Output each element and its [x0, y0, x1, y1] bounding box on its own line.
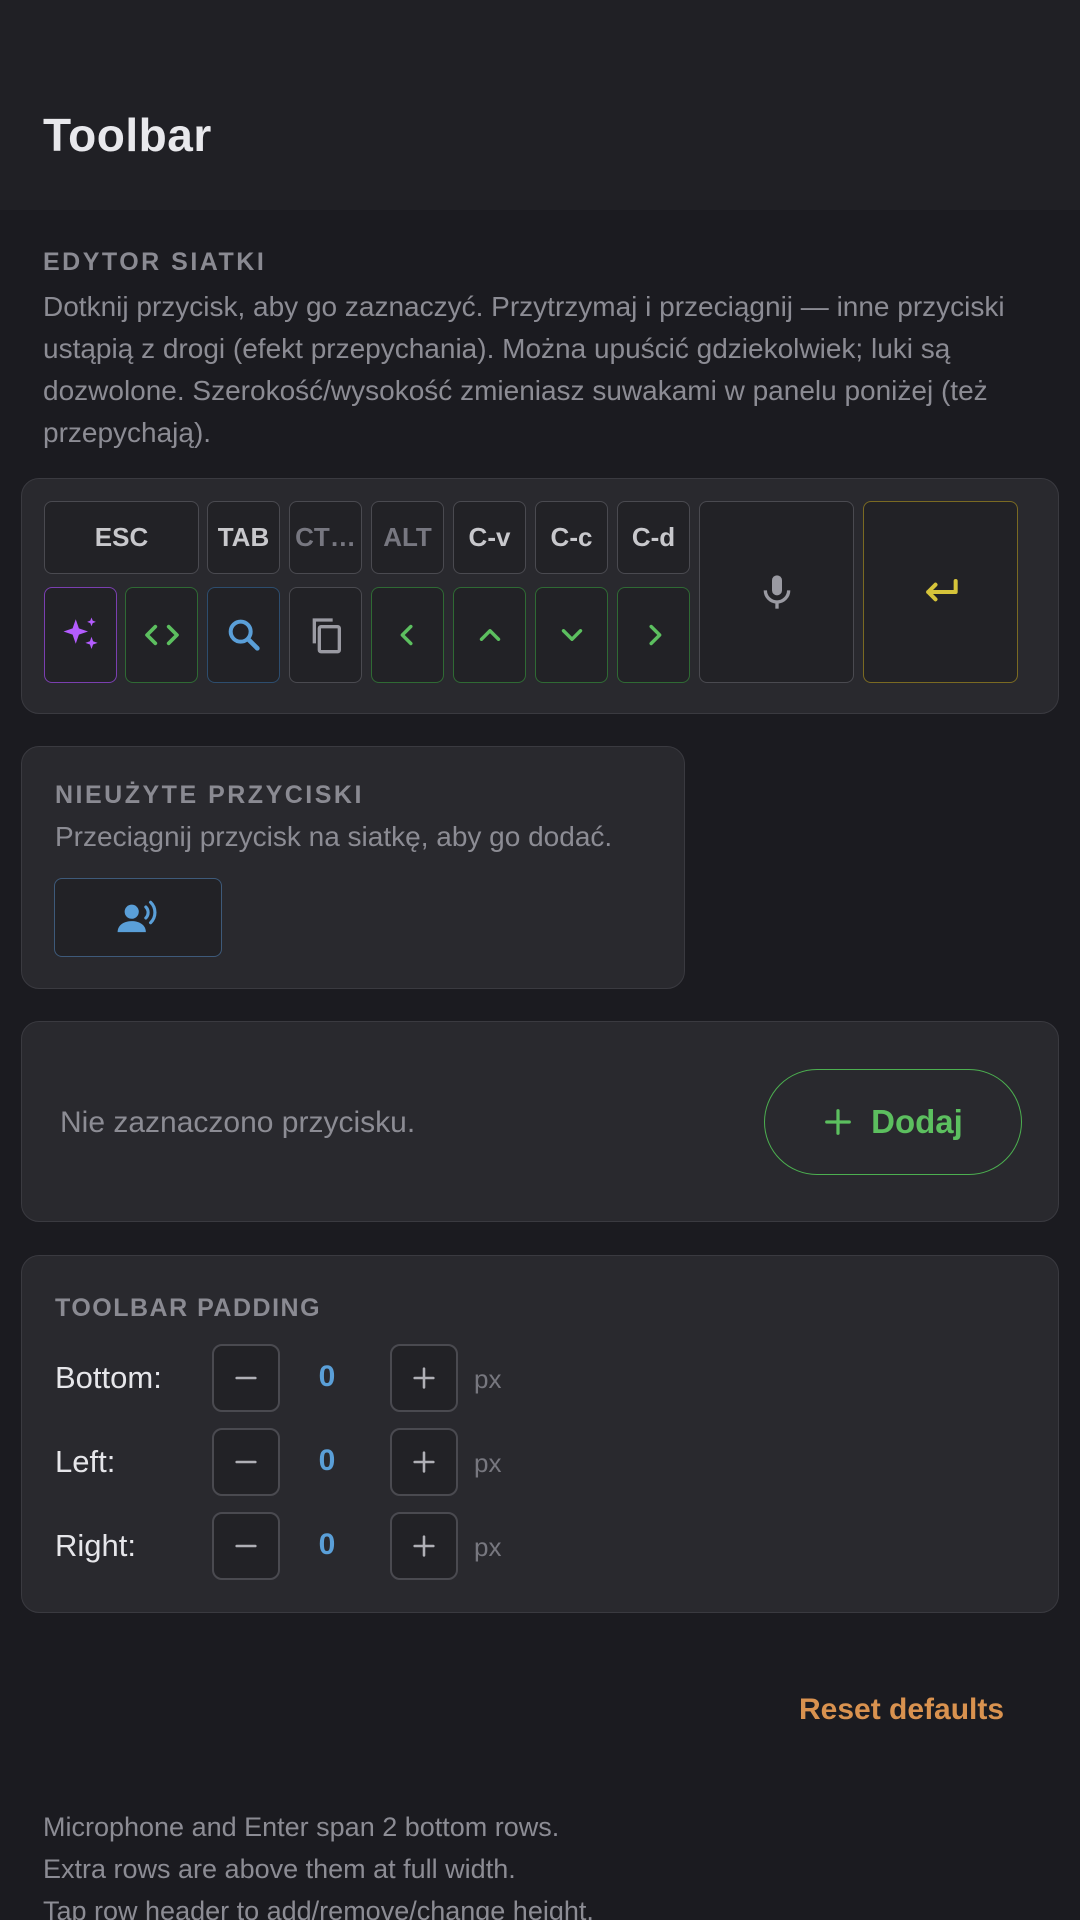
- key-copy[interactable]: [289, 587, 362, 683]
- padding-label: Right:: [55, 1528, 136, 1563]
- padding-row-left: Left: 0 px: [22, 1428, 1058, 1498]
- key-ctrl-c[interactable]: C-c: [535, 501, 608, 574]
- minus-icon: [235, 1376, 257, 1380]
- padding-value: 0: [318, 1360, 336, 1393]
- increment-button[interactable]: [390, 1344, 458, 1412]
- increment-button[interactable]: [390, 1428, 458, 1496]
- toolbar-grid: ESC TAB CT… ALT C-v C-c C-d: [21, 478, 1059, 714]
- unused-subtitle: Przeciągnij przycisk na siatkę, aby go d…: [55, 821, 613, 852]
- no-selection-text: Nie zaznaczono przycisku.: [60, 1106, 416, 1139]
- reset-defaults-button[interactable]: Reset defaults: [799, 1693, 1004, 1727]
- chevron-down-icon: [561, 629, 582, 641]
- key-code[interactable]: [125, 587, 198, 683]
- selection-panel: Nie zaznaczono przycisku. Dodaj: [21, 1021, 1059, 1222]
- decrement-button[interactable]: [212, 1428, 280, 1496]
- key-arrow-left[interactable]: [371, 587, 444, 683]
- toolbar-padding-panel: TOOLBAR PADDING Bottom: 0 px Left: 0 px …: [21, 1255, 1059, 1613]
- footer-line: Extra rows are above them at full width.: [43, 1854, 516, 1884]
- key-tab[interactable]: TAB: [207, 501, 280, 574]
- key-arrow-down[interactable]: [535, 587, 608, 683]
- key-ctrl-v[interactable]: C-v: [453, 501, 526, 574]
- copy-icon: [312, 618, 341, 654]
- decrement-button[interactable]: [212, 1344, 280, 1412]
- key-sparkle[interactable]: [44, 587, 117, 683]
- minus-icon: [235, 1460, 257, 1464]
- app-header: Toolbar: [0, 0, 1080, 210]
- key-alt[interactable]: ALT: [371, 501, 444, 574]
- key-arrow-right[interactable]: [617, 587, 690, 683]
- increment-button[interactable]: [390, 1512, 458, 1580]
- padding-label: Left:: [55, 1444, 116, 1479]
- plus-icon: [825, 1109, 852, 1135]
- code-icon: [144, 624, 179, 646]
- footer-line: Microphone and Enter span 2 bottom rows.: [43, 1812, 560, 1842]
- add-button[interactable]: Dodaj: [764, 1069, 1022, 1175]
- plus-icon: [413, 1535, 435, 1557]
- padding-value: 0: [318, 1444, 336, 1477]
- key-search[interactable]: [207, 587, 280, 683]
- microphone-icon: [763, 575, 790, 609]
- chevron-left-icon: [400, 624, 413, 646]
- padding-row-right: Right: 0 px: [22, 1512, 1058, 1582]
- chevron-up-icon: [479, 629, 500, 641]
- key-esc[interactable]: ESC: [44, 501, 199, 574]
- padding-unit: px: [474, 1448, 502, 1478]
- padding-unit: px: [474, 1532, 502, 1562]
- key-ctrl[interactable]: CT…: [289, 501, 362, 574]
- enter-icon: [925, 578, 958, 602]
- key-enter[interactable]: [863, 501, 1018, 683]
- padding-value: 0: [318, 1528, 336, 1561]
- key-ctrl-d[interactable]: C-d: [617, 501, 690, 574]
- sparkle-icon: [63, 617, 98, 649]
- padding-title: TOOLBAR PADDING: [55, 1294, 322, 1322]
- key-microphone[interactable]: [699, 501, 854, 683]
- grid-editor-description: Dotknij przycisk, aby go zaznaczyć. Przy…: [43, 291, 1005, 448]
- key-arrow-up[interactable]: [453, 587, 526, 683]
- unused-title: NIEUŻYTE PRZYCISKI: [55, 781, 364, 809]
- page-title: Toolbar: [43, 109, 212, 161]
- plus-icon: [413, 1367, 435, 1389]
- decrement-button[interactable]: [212, 1512, 280, 1580]
- minus-icon: [235, 1544, 257, 1548]
- footer-line: Tap row header to add/remove/change heig…: [43, 1896, 594, 1920]
- search-icon: [228, 619, 260, 651]
- unused-key-voice[interactable]: [54, 878, 222, 957]
- padding-unit: px: [474, 1364, 502, 1394]
- plus-icon: [413, 1451, 435, 1473]
- add-button-label: Dodaj: [871, 1103, 963, 1140]
- padding-row-bottom: Bottom: 0 px: [22, 1344, 1058, 1414]
- grid-editor-label: EDYTOR SIATKI: [43, 248, 267, 276]
- padding-label: Bottom:: [55, 1360, 162, 1395]
- voice-user-icon: [117, 900, 157, 932]
- chevron-right-icon: [648, 624, 661, 646]
- unused-buttons-panel: NIEUŻYTE PRZYCISKI Przeciągnij przycisk …: [21, 746, 685, 989]
- footer-hint: Microphone and Enter span 2 bottom rows.…: [43, 1806, 594, 1920]
